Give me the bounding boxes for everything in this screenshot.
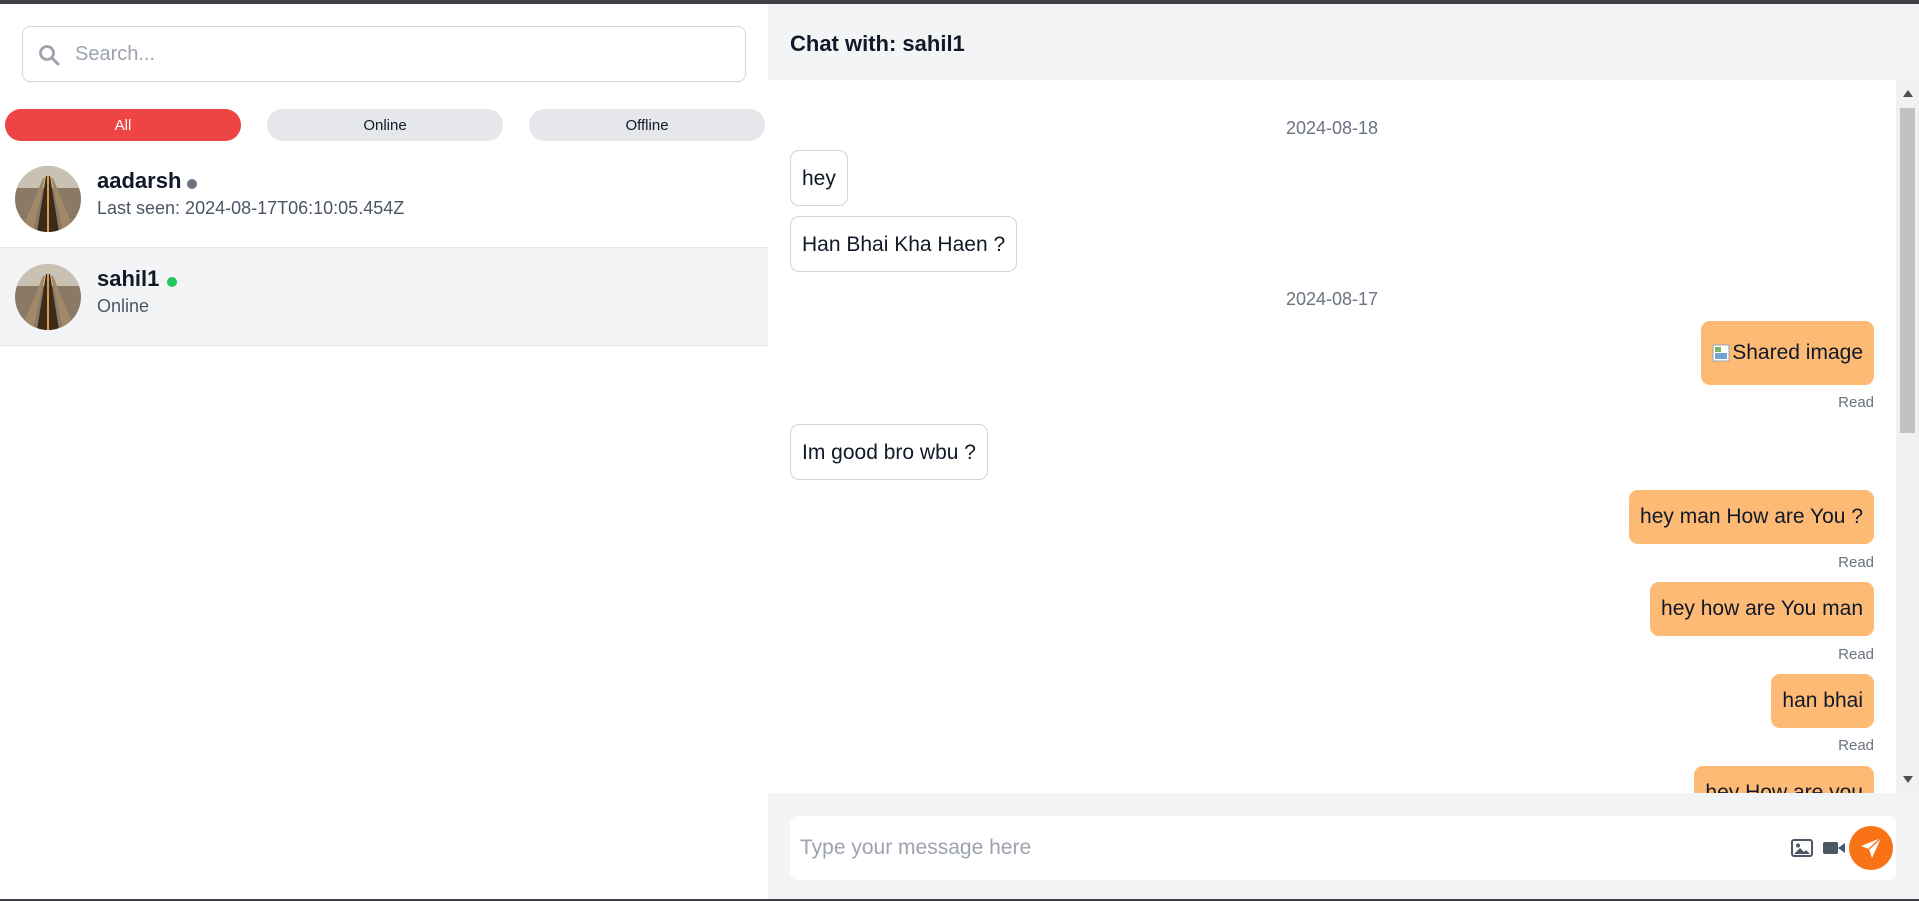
message-bubble-incoming: Han Bhai Kha Haen ? xyxy=(790,216,1018,272)
image-alt-text: Shared image xyxy=(1732,341,1863,364)
contact-name: aadarsh xyxy=(97,168,182,193)
search-box[interactable] xyxy=(22,26,746,82)
date-separator: 2024-08-17 xyxy=(1285,289,1379,309)
read-status: Read xyxy=(1838,554,1874,571)
online-status-dot xyxy=(167,277,177,287)
chat-panel: Chat with: sahil1 2024-08-18 hey Han Bha… xyxy=(768,4,1919,899)
message-bubble-outgoing-image[interactable]: Shared image xyxy=(1701,321,1874,385)
message-list[interactable]: 2024-08-18 hey Han Bhai Kha Haen ? 2024-… xyxy=(768,80,1896,793)
online-status-text: Online xyxy=(97,296,150,316)
date-separator: 2024-08-18 xyxy=(1285,118,1379,138)
contacts-sidebar: All Online Offline aadarsh Last seen: 20… xyxy=(0,4,768,899)
chat-title: Chat with: sahil1 xyxy=(790,31,965,56)
contact-item-aadarsh[interactable]: aadarsh Last seen: 2024-08-17T06:10:05.4… xyxy=(0,150,768,248)
message-bubble-outgoing: hey how are You man xyxy=(1650,582,1874,636)
filter-online-button[interactable]: Online xyxy=(267,109,503,141)
message-bubble-incoming: hey xyxy=(790,150,848,206)
chat-header: Chat with: sahil1 xyxy=(768,4,1919,80)
message-bubble-outgoing: hey man How are You ? xyxy=(1629,490,1874,544)
search-icon xyxy=(39,45,60,66)
message-input[interactable] xyxy=(800,816,1780,880)
message-bubble-incoming: Im good bro wbu ? xyxy=(790,424,988,480)
search-input[interactable] xyxy=(75,27,735,81)
broken-image-icon xyxy=(1712,344,1730,362)
read-status: Read xyxy=(1838,646,1874,663)
contact-item-sahil1[interactable]: sahil1 Online xyxy=(0,248,768,346)
avatar xyxy=(15,166,81,232)
message-composer xyxy=(790,816,1896,880)
status-filters: All Online Offline xyxy=(5,109,765,141)
image-icon[interactable] xyxy=(1790,837,1814,859)
scroll-up-arrow[interactable] xyxy=(1903,90,1913,97)
video-icon[interactable] xyxy=(1822,837,1846,859)
last-seen-text: Last seen: 2024-08-17T06:10:05.454Z xyxy=(97,198,405,218)
scroll-down-arrow[interactable] xyxy=(1903,776,1913,783)
send-button[interactable] xyxy=(1849,826,1893,870)
read-status: Read xyxy=(1838,394,1874,411)
message-bubble-outgoing: hey How are you xyxy=(1694,766,1874,793)
scroll-thumb[interactable] xyxy=(1900,108,1915,433)
send-icon xyxy=(1861,837,1882,858)
message-bubble-outgoing: han bhai xyxy=(1771,674,1874,728)
filter-offline-button[interactable]: Offline xyxy=(529,109,765,141)
offline-status-dot xyxy=(187,179,197,189)
contact-name: sahil1 xyxy=(97,266,160,291)
shared-image: Shared image xyxy=(1712,321,1863,385)
read-status: Read xyxy=(1838,737,1874,754)
message-scrollbar[interactable] xyxy=(1896,80,1919,793)
filter-all-button[interactable]: All xyxy=(5,109,241,141)
avatar xyxy=(15,264,81,330)
